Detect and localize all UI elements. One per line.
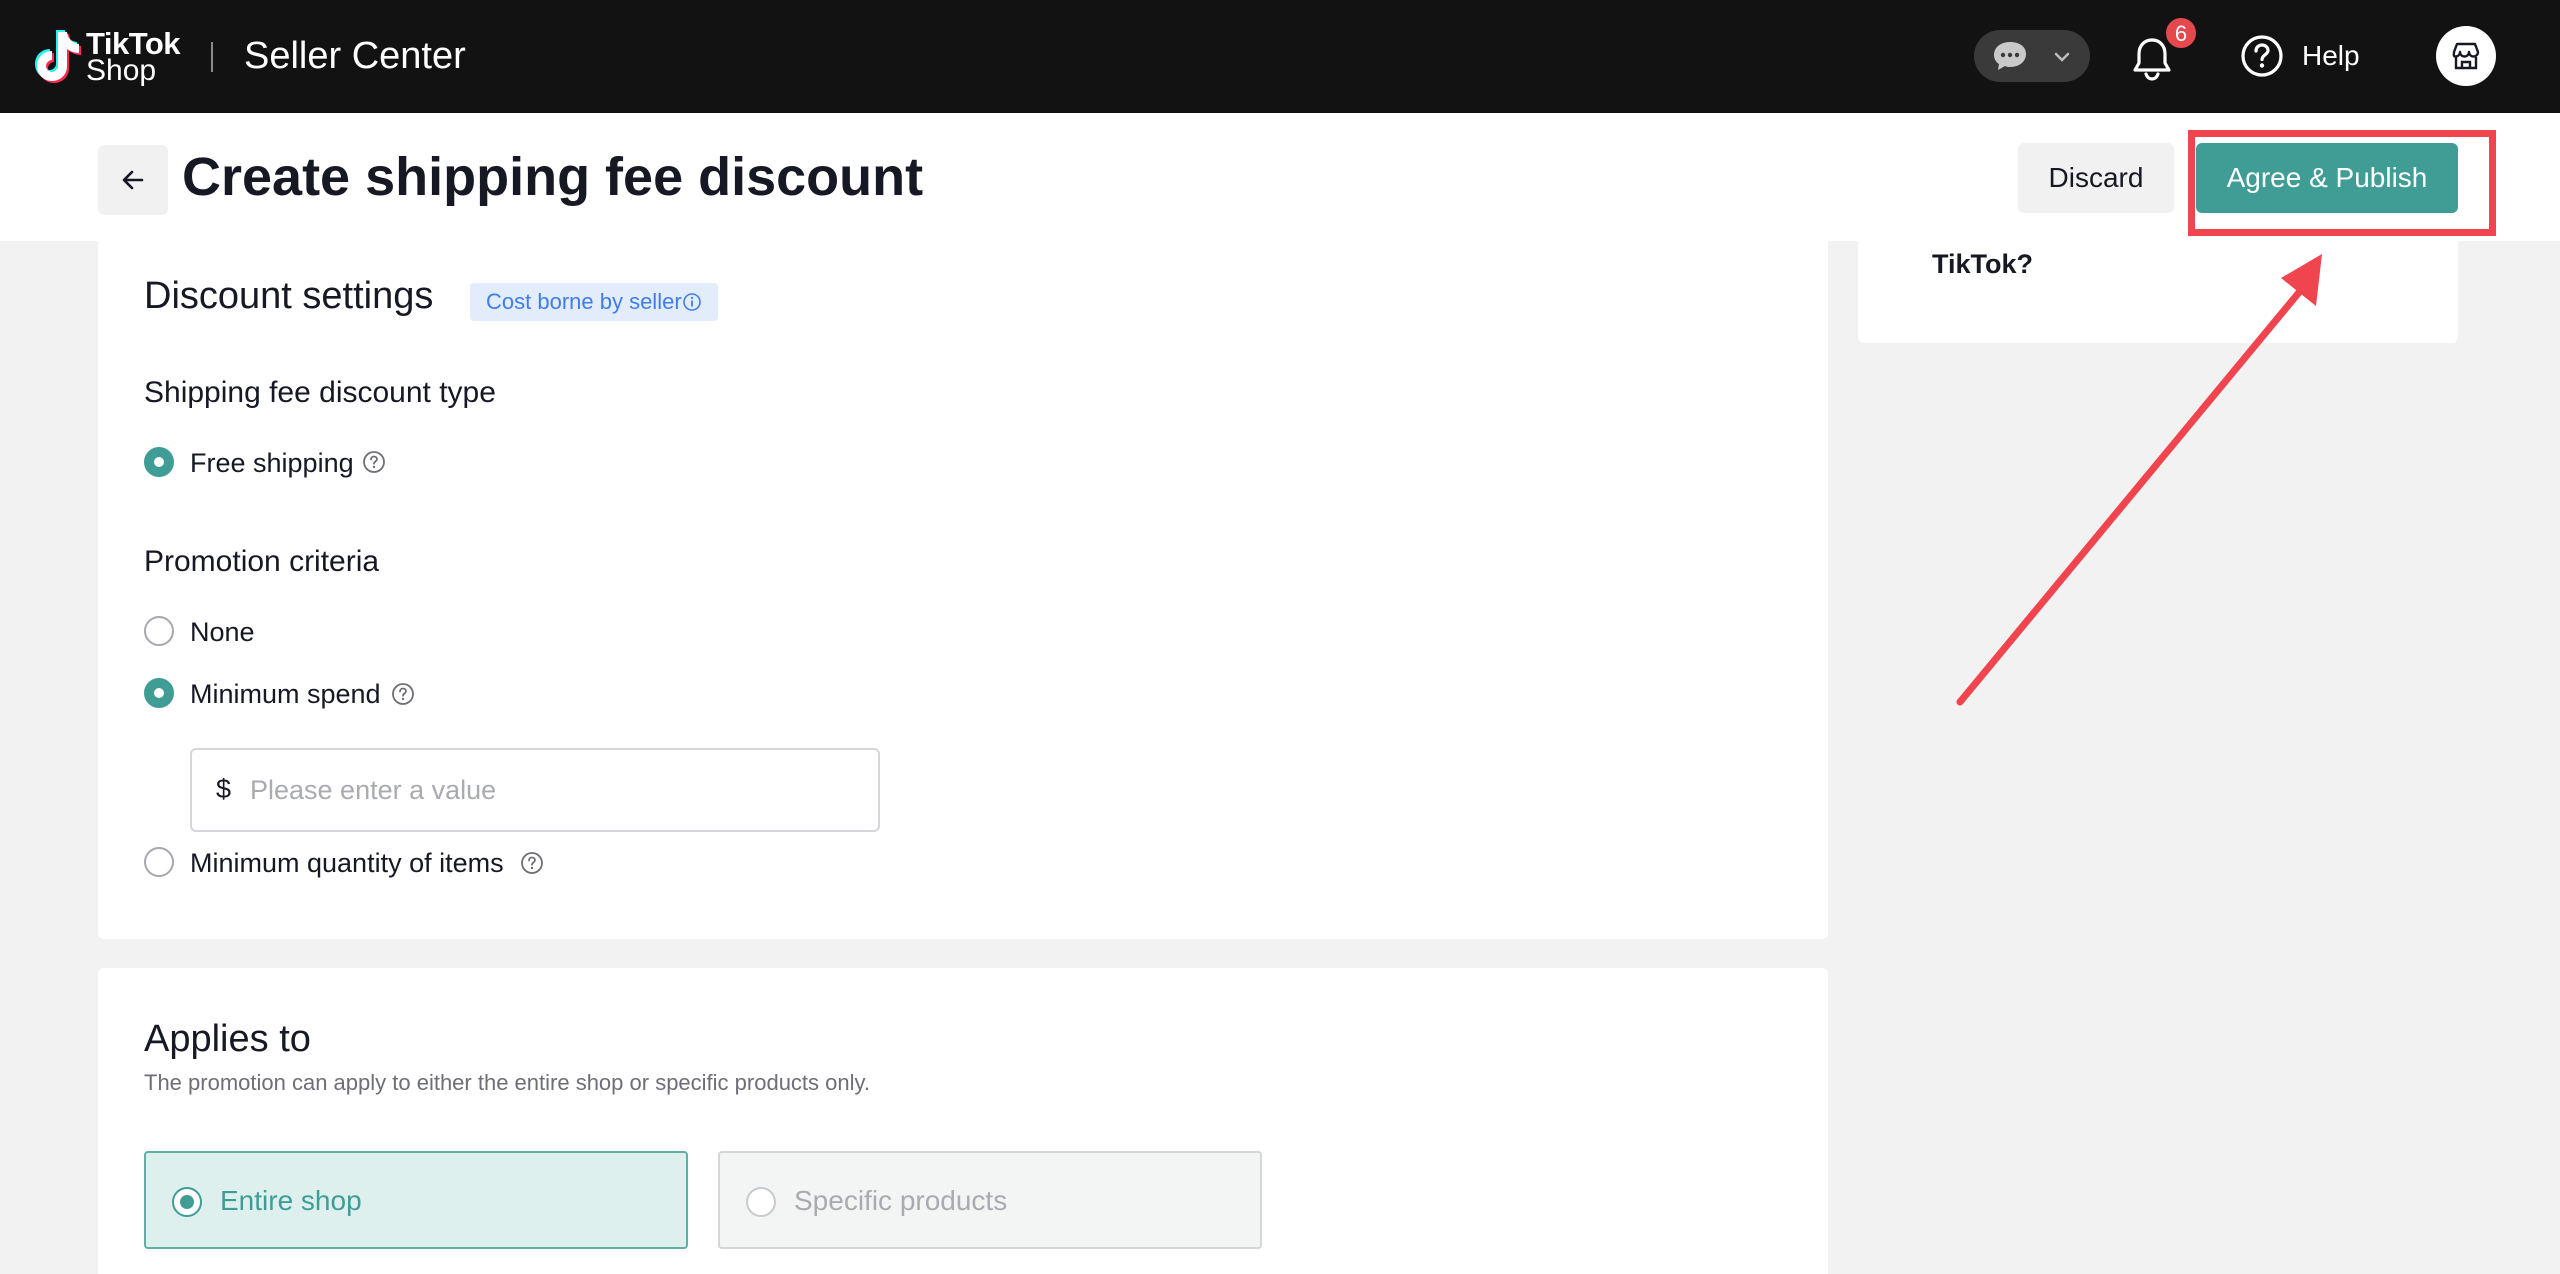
discard-button[interactable]: Discard <box>2018 143 2174 213</box>
criteria-none-label: None <box>190 617 255 647</box>
seller-center-title: Seller Center <box>244 35 466 77</box>
chat-bubble-icon <box>1994 42 2026 70</box>
discount-settings-title: Discount settings <box>144 275 434 317</box>
question-mark-icon[interactable] <box>391 682 415 706</box>
entire-shop-option[interactable]: Entire shop <box>144 1151 688 1249</box>
applies-to-title: Applies to <box>144 1018 311 1060</box>
free-shipping-radio[interactable] <box>144 447 174 477</box>
notification-count-badge: 6 <box>2164 16 2198 50</box>
brand-shop-text: Shop <box>86 54 157 87</box>
page-title: Create shipping fee discount <box>182 147 924 207</box>
specific-products-radio[interactable] <box>746 1187 776 1217</box>
specific-products-option[interactable]: Specific products <box>718 1151 1262 1249</box>
criteria-none-radio[interactable] <box>144 616 174 646</box>
criteria-minimum-quantity-radio[interactable] <box>144 847 174 877</box>
side-panel-text: TikTok? <box>1932 249 2034 279</box>
applies-to-card: Applies to The promotion can apply to ei… <box>98 968 1828 1274</box>
question-mark-icon[interactable] <box>520 851 544 875</box>
page-header: Create shipping fee discount Discard Agr… <box>0 113 2560 241</box>
criteria-minimum-spend-label: Minimum spend <box>190 679 381 709</box>
discount-type-title: Shipping fee discount type <box>144 376 496 409</box>
back-button[interactable] <box>98 145 168 215</box>
currency-prefix: $ <box>216 774 232 804</box>
criteria-minimum-quantity-label: Minimum quantity of items <box>190 848 504 878</box>
entire-shop-label: Entire shop <box>220 1185 362 1216</box>
minimum-spend-input[interactable] <box>250 764 850 816</box>
applies-to-description: The promotion can apply to either the en… <box>144 1070 870 1095</box>
brand-divider <box>211 42 213 72</box>
arrow-left-icon <box>122 170 144 190</box>
specific-products-label: Specific products <box>794 1185 1008 1216</box>
chevron-down-icon <box>2054 52 2070 62</box>
question-mark-icon[interactable] <box>362 450 386 474</box>
help-icon[interactable] <box>2240 34 2284 78</box>
store-account-button[interactable] <box>2436 26 2496 86</box>
discount-settings-card: Discount settings Cost borne by seller S… <box>98 241 1828 939</box>
publish-highlight-box <box>2188 130 2496 236</box>
minimum-spend-input-wrapper: $ <box>190 748 880 832</box>
info-icon[interactable] <box>682 292 702 312</box>
side-info-panel: TikTok? <box>1858 241 2458 343</box>
criteria-minimum-spend-radio[interactable] <box>144 678 174 708</box>
promotion-criteria-title: Promotion criteria <box>144 545 380 578</box>
cost-borne-label: Cost borne by seller <box>486 289 682 314</box>
chat-menu-button[interactable] <box>1974 30 2090 82</box>
help-link[interactable]: Help <box>2302 40 2360 72</box>
top-nav-bar: TikTok Shop Seller Center 6 Help <box>0 0 2560 113</box>
entire-shop-radio[interactable] <box>172 1187 202 1217</box>
free-shipping-label: Free shipping <box>190 448 354 478</box>
cost-borne-tag: Cost borne by seller <box>470 283 718 321</box>
tiktok-logo-icon[interactable] <box>28 26 88 86</box>
store-icon <box>2452 42 2480 70</box>
